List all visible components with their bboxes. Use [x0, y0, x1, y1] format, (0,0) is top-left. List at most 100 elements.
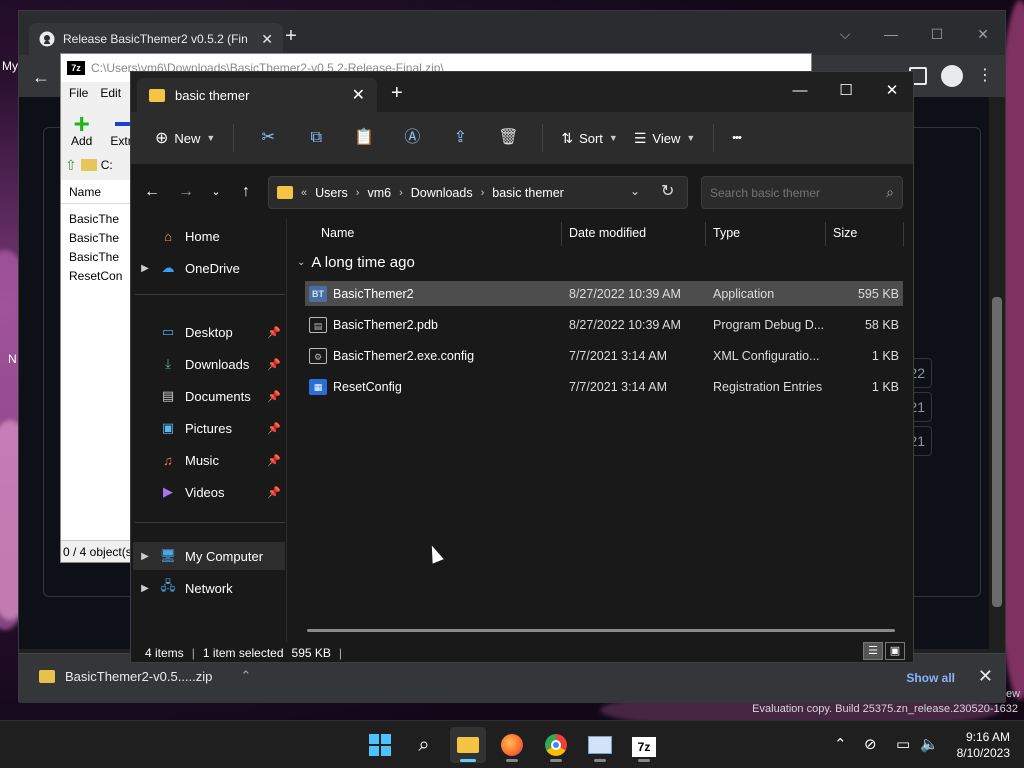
sidebar-item-pictures[interactable]: ▣ Pictures 📌	[133, 414, 285, 442]
recent-locations-button[interactable]: ⌄	[203, 180, 229, 204]
chevron-up-icon[interactable]: ⌃	[240, 668, 251, 684]
breadcrumb-users[interactable]: Users	[315, 186, 348, 200]
chevron-right-icon[interactable]: ›	[399, 187, 403, 199]
sort-button[interactable]: ⇅ Sort ▼	[553, 120, 626, 156]
sidebar-item-downloads[interactable]: ⤓ Downloads 📌	[133, 350, 285, 378]
chevron-right-icon[interactable]: ▶	[133, 551, 157, 562]
explorer-tab[interactable]: basic themer ✕	[137, 78, 377, 112]
address-bar[interactable]: « Users › vm6 › Downloads › basic themer	[268, 176, 688, 209]
chevron-up-icon[interactable]: ⌃	[834, 735, 847, 753]
7zip-path[interactable]: C:	[101, 158, 113, 172]
chevron-down-icon[interactable]: ⌄	[297, 257, 305, 268]
sidebar-item-home[interactable]: ⌂ Home	[133, 222, 285, 250]
chevron-right-icon[interactable]: ›	[481, 187, 485, 199]
close-icon[interactable]: ✕	[352, 85, 365, 105]
profile-icon[interactable]	[941, 65, 963, 87]
back-button[interactable]: ←	[27, 63, 55, 91]
horizontal-scrollbar[interactable]	[307, 629, 895, 632]
pin-icon[interactable]: 📌	[267, 454, 281, 467]
sidebar-item-onedrive[interactable]: ▶ ☁ OneDrive	[133, 254, 285, 282]
sidebar-item-videos[interactable]: ▶ Videos 📌	[133, 478, 285, 506]
more-options-button[interactable]: •••	[724, 120, 749, 156]
sidebar-item-desktop[interactable]: ▭ Desktop 📌	[133, 318, 285, 346]
download-bar-close-button[interactable]: ✕	[978, 666, 993, 687]
close-button[interactable]: ✕	[963, 19, 1003, 49]
column-header-size[interactable]: Size	[825, 218, 903, 248]
group-header[interactable]: ⌄ A long time ago	[297, 254, 415, 271]
breadcrumb-basic-themer[interactable]: basic themer	[492, 186, 564, 200]
table-row[interactable]: ▦ ResetConfig 7/7/2021 3:14 AM Registrat…	[305, 374, 903, 399]
cut-icon[interactable]: ✂	[252, 120, 284, 156]
volume-icon[interactable]: 🔈	[920, 735, 939, 753]
paste-icon[interactable]: 📋	[348, 120, 380, 156]
column-name[interactable]: Name	[61, 180, 131, 204]
list-item[interactable]: BasicThe	[61, 210, 131, 229]
maximize-button[interactable]: ☐	[823, 76, 869, 106]
pin-icon[interactable]: 📌	[267, 422, 281, 435]
minimize-button[interactable]: —	[871, 19, 911, 49]
refresh-icon[interactable]: ↻	[661, 181, 674, 201]
view-button[interactable]: ☰ View ▼	[626, 120, 703, 156]
file-explorer-taskbar-icon[interactable]	[450, 727, 486, 763]
column-header-date[interactable]: Date modified	[561, 218, 705, 248]
7zip-taskbar-icon[interactable]: 7z	[626, 727, 662, 763]
maximize-button[interactable]: ☐	[917, 19, 957, 49]
column-separator[interactable]	[903, 222, 904, 246]
breadcrumb-vm6[interactable]: vm6	[367, 186, 391, 200]
firefox-icon[interactable]	[494, 727, 530, 763]
download-item[interactable]: BasicThemer2-v0.5.....zip ⌃	[39, 668, 251, 684]
new-tab-button[interactable]: +	[279, 25, 303, 49]
up-folder-icon[interactable]: ⇧	[65, 157, 77, 174]
resource-monitor-icon[interactable]	[582, 727, 618, 763]
menu-file[interactable]: File	[69, 86, 88, 100]
up-button[interactable]: ↑	[233, 180, 259, 204]
search-input[interactable]	[710, 185, 887, 200]
column-header-name[interactable]: Name	[313, 218, 561, 248]
add-button[interactable]: + Add	[71, 110, 92, 149]
minimize-button[interactable]: —	[777, 76, 823, 106]
close-button[interactable]: ✕	[869, 76, 915, 106]
delete-icon[interactable]: 🗑	[492, 120, 524, 156]
menu-edit[interactable]: Edit	[100, 86, 121, 100]
sidebar-item-my-computer[interactable]: ▶ 🖥 My Computer	[133, 542, 285, 570]
chevron-down-icon[interactable]: ⌵	[825, 19, 865, 49]
details-view-icon[interactable]: ☰	[863, 642, 883, 660]
sidebar-item-documents[interactable]: ▤ Documents 📌	[133, 382, 285, 410]
table-row[interactable]: ⚙ BasicThemer2.exe.config 7/7/2021 3:14 …	[305, 343, 903, 368]
show-all-button[interactable]: Show all	[906, 671, 955, 685]
chrome-icon[interactable]	[538, 727, 574, 763]
new-button[interactable]: ⊕ New ▼	[147, 120, 223, 156]
search-icon[interactable]: ⌕	[406, 727, 442, 763]
sidebar-item-music[interactable]: ♫ Music 📌	[133, 446, 285, 474]
table-row[interactable]: ▤ BasicThemer2.pdb 8/27/2022 10:39 AM Pr…	[305, 312, 903, 337]
display-icon[interactable]: ▭	[896, 735, 910, 753]
network-offline-icon[interactable]: ⊘	[864, 735, 877, 753]
kebab-menu-icon[interactable]: ⋮	[977, 65, 993, 85]
tiles-view-icon[interactable]: ▣	[885, 642, 905, 660]
pin-icon[interactable]: 📌	[267, 326, 281, 339]
chevron-right-icon[interactable]: ▶	[133, 263, 157, 274]
pin-icon[interactable]: 📌	[267, 390, 281, 403]
forward-button[interactable]: →	[173, 180, 199, 204]
rename-icon[interactable]: Ⓐ	[396, 120, 428, 156]
system-clock[interactable]: 9:16 AM 8/10/2023	[957, 729, 1010, 761]
scrollbar-thumb[interactable]	[992, 297, 1002, 607]
start-button[interactable]	[362, 727, 398, 763]
list-item[interactable]: ResetCon	[61, 267, 131, 286]
chevron-right-icon[interactable]: ›	[356, 187, 360, 199]
copy-icon[interactable]: ⧉	[300, 120, 332, 156]
table-row[interactable]: BT BasicThemer2 8/27/2022 10:39 AM Appli…	[305, 281, 903, 306]
page-scrollbar[interactable]	[989, 97, 1005, 649]
list-item[interactable]: BasicThe	[61, 229, 131, 248]
list-item[interactable]: BasicThe	[61, 248, 131, 267]
column-header-type[interactable]: Type	[705, 218, 825, 248]
close-icon[interactable]: ✕	[261, 31, 273, 48]
breadcrumb-overflow[interactable]: «	[301, 187, 307, 199]
breadcrumb-downloads[interactable]: Downloads	[411, 186, 473, 200]
pin-icon[interactable]: 📌	[267, 358, 281, 371]
new-tab-button[interactable]: +	[391, 82, 403, 105]
pin-icon[interactable]: 📌	[267, 486, 281, 499]
chevron-right-icon[interactable]: ▶	[133, 583, 157, 594]
chevron-down-icon[interactable]: ⌄	[630, 184, 640, 198]
sidebar-item-network[interactable]: ▶ 🖧 Network	[133, 574, 285, 602]
